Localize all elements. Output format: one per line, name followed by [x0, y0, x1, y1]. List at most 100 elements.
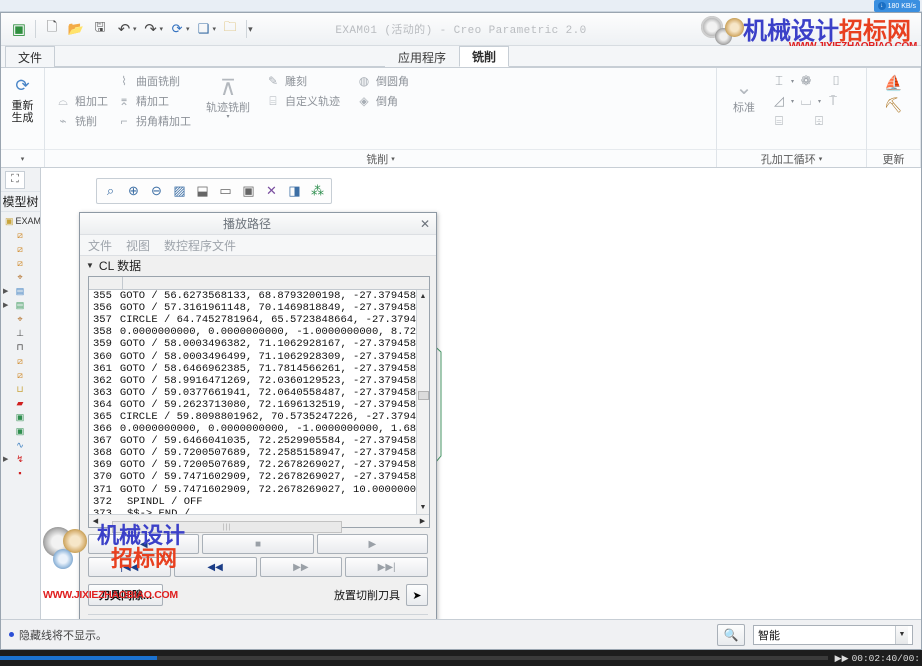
- back-bore-icon[interactable]: ⍑: [823, 92, 843, 110]
- expand-arrow-icon[interactable]: ▶: [3, 301, 12, 309]
- tree-item[interactable]: ▪: [3, 466, 40, 480]
- window-dropdown-icon[interactable]: ▾: [213, 25, 217, 33]
- corner-finish-button[interactable]: ⌐ 拐角精加工: [112, 112, 195, 130]
- undo-dropdown-icon[interactable]: ▾: [133, 25, 137, 33]
- scroll-up-icon[interactable]: ▲: [417, 290, 430, 303]
- deep-drill-icon[interactable]: ⌶: [769, 72, 789, 90]
- graphics-viewport[interactable]: ⌕ ⊕ ⊖ ▨ ⬓ ▭ ▣ ✕ ◨ ⁂ 播放路径 ✕ 文件 视图 数控程序文件 …: [41, 168, 921, 619]
- regen-group-caret[interactable]: ▾: [21, 155, 25, 163]
- tree-item[interactable]: ⧄: [3, 354, 40, 368]
- tab-milling[interactable]: 铣削: [459, 46, 510, 67]
- custom-trajectory-button[interactable]: ⌸ 自定义轨迹: [261, 92, 344, 110]
- play-forward-button[interactable]: ▶: [316, 534, 428, 554]
- tree-item[interactable]: ▰: [3, 396, 40, 410]
- save-file-icon[interactable]: 🖫: [89, 18, 111, 40]
- cl-row[interactable]: 371 GOTO / 59.7471602909, 72.2678269027, …: [89, 484, 416, 496]
- dialog-title-bar[interactable]: 播放路径 ✕: [80, 213, 436, 235]
- step-forward-button[interactable]: ▶▶: [259, 557, 343, 577]
- menu-file[interactable]: 文件: [88, 237, 112, 254]
- tree-item[interactable]: ▣: [3, 410, 40, 424]
- scroll-down-icon[interactable]: ▼: [417, 501, 430, 514]
- cl-row[interactable]: 357 CIRCLE / 64.7452781964, 65.5723848664…: [89, 314, 416, 326]
- cl-row[interactable]: 368 GOTO / 59.7200507689, 72.2585158947, …: [89, 447, 416, 459]
- chamfer-button[interactable]: ◈ 倒角: [352, 92, 413, 110]
- cl-row[interactable]: 360 GOTO / 58.0003496499, 71.1062928309, …: [89, 350, 416, 363]
- annotation-display-icon[interactable]: ✕: [260, 180, 283, 202]
- tree-item[interactable]: ⌖: [3, 270, 40, 284]
- close-window-icon[interactable]: 🗀: [219, 18, 241, 40]
- tab-applications[interactable]: 应用程序: [385, 46, 459, 67]
- view-manager-icon[interactable]: ◨: [283, 180, 306, 202]
- regenerate-button[interactable]: ⟳ 重新生成: [7, 70, 38, 124]
- hole-cycle-caret-icon[interactable]: ▾: [819, 155, 823, 163]
- cl-data-listbox[interactable]: 355 GOTO / 56.6273568133, 68.8793200198, …: [88, 276, 430, 533]
- tree-item[interactable]: ⊓: [3, 340, 40, 354]
- cl-row[interactable]: 370 GOTO / 59.7471602909, 72.2678269027, …: [89, 471, 416, 483]
- tree-item[interactable]: ▶ ↯: [3, 452, 40, 466]
- bore-icon[interactable]: ⌴: [796, 92, 816, 110]
- finish-mill-button[interactable]: ⌆ 精加工: [112, 92, 195, 110]
- customize-qat-icon[interactable]: ▾: [248, 24, 253, 35]
- round-chamfer-button[interactable]: ◍ 倒圆角: [352, 72, 413, 90]
- zoom-out-icon[interactable]: ⊖: [145, 180, 168, 202]
- cl-row[interactable]: 364 GOTO / 59.2623713080, 72.1696132519, …: [89, 399, 416, 411]
- zoom-in-icon[interactable]: ⊕: [122, 180, 145, 202]
- mill-button[interactable]: ⌁ 铣削: [51, 112, 112, 130]
- trajectory-mill-button[interactable]: ⊼ 轨迹铣削 ▾: [201, 72, 255, 121]
- trajectory-mill-caret-icon[interactable]: ▾: [226, 114, 229, 121]
- video-player-bar[interactable]: ▶▶ 00:02:40/00:: [0, 650, 922, 666]
- milling-group-caret-icon[interactable]: ▾: [391, 155, 395, 163]
- window-switch-icon[interactable]: ❑: [193, 18, 215, 40]
- cl-row[interactable]: 365 CIRCLE / 59.8098801962, 70.5735247226…: [89, 411, 416, 423]
- vertical-scroll-thumb[interactable]: [417, 391, 429, 400]
- datum-display-icon[interactable]: ▭: [214, 180, 237, 202]
- cl-row[interactable]: 361 GOTO / 58.6466962385, 71.7814566261, …: [89, 363, 416, 375]
- redo-dropdown-icon[interactable]: ▾: [160, 25, 164, 33]
- model-tree-icon[interactable]: ⛶: [5, 170, 25, 189]
- countersink-caret-icon[interactable]: ▾: [791, 98, 794, 105]
- repaint-icon[interactable]: ▨: [168, 180, 191, 202]
- expand-arrow-icon[interactable]: ▶: [3, 455, 12, 463]
- chevron-down-icon[interactable]: ▼: [86, 261, 94, 270]
- new-file-icon[interactable]: 🗋: [41, 18, 63, 40]
- place-cutting-tool-button[interactable]: ➤: [406, 584, 428, 606]
- tree-item[interactable]: ▶ ▤: [3, 298, 40, 312]
- redo-icon[interactable]: ↷: [140, 18, 162, 40]
- tree-item[interactable]: ▣: [3, 424, 40, 438]
- saved-views-icon[interactable]: ▣: [237, 180, 260, 202]
- cl-rows-container[interactable]: 355 GOTO / 56.6273568133, 68.8793200198, …: [89, 290, 416, 514]
- cl-row[interactable]: 366 0.0000000000, 0.0000000000, -1.000000…: [89, 423, 416, 435]
- deep-drill-caret-icon[interactable]: ▾: [791, 78, 794, 85]
- cl-row[interactable]: 363 GOTO / 59.0377661941, 72.0640558487, …: [89, 387, 416, 399]
- tree-item[interactable]: ⌖: [3, 312, 40, 326]
- surface-mill-button[interactable]: ⌇ 曲面铣削: [112, 72, 195, 90]
- tree-item[interactable]: ⊔: [3, 382, 40, 396]
- open-file-icon[interactable]: 📂: [65, 18, 87, 40]
- tree-item[interactable]: ⧄: [3, 228, 40, 242]
- cl-row[interactable]: 355 GOTO / 56.6273568133, 68.8793200198, …: [89, 290, 416, 302]
- refit-icon[interactable]: ⌕: [99, 180, 122, 202]
- tree-item[interactable]: ▶ ▤: [3, 284, 40, 298]
- engrave-button[interactable]: ✎ 雕刻: [261, 72, 344, 90]
- display-style-icon[interactable]: ⬓: [191, 180, 214, 202]
- tree-item[interactable]: ∿: [3, 438, 40, 452]
- chevron-down-icon[interactable]: ▼: [895, 625, 908, 644]
- find-button[interactable]: 🔍: [717, 623, 745, 646]
- video-progress-track[interactable]: [0, 656, 828, 660]
- standard-drill-button[interactable]: ⌄ 标准: [723, 72, 765, 114]
- go-to-end-button[interactable]: ▶▶|: [345, 557, 428, 577]
- tap-drill-icon[interactable]: ⌷: [826, 72, 846, 90]
- bore-caret-icon[interactable]: ▾: [818, 98, 821, 105]
- nc-check-icon[interactable]: ⛏: [884, 96, 904, 114]
- tree-item[interactable]: ⧄: [3, 242, 40, 256]
- cl-row[interactable]: 372 SPINDL / OFF: [89, 496, 416, 508]
- tab-file[interactable]: 文件: [5, 46, 56, 67]
- menu-nc-program-file[interactable]: 数控程序文件: [164, 237, 236, 254]
- undo-icon[interactable]: ↶: [113, 18, 135, 40]
- scroll-right-icon[interactable]: ▶: [416, 515, 429, 527]
- cl-row[interactable]: 369 GOTO / 59.7200507689, 72.2678269027, …: [89, 459, 416, 471]
- cl-data-section-header[interactable]: ▼ CL 数据: [80, 256, 436, 275]
- regenerate-dropdown-icon[interactable]: ▾: [186, 25, 190, 33]
- cl-row[interactable]: 362 GOTO / 58.9916471269, 72.0360129523, …: [89, 375, 416, 387]
- selection-filter-dropdown[interactable]: 智能 ▼: [753, 624, 913, 645]
